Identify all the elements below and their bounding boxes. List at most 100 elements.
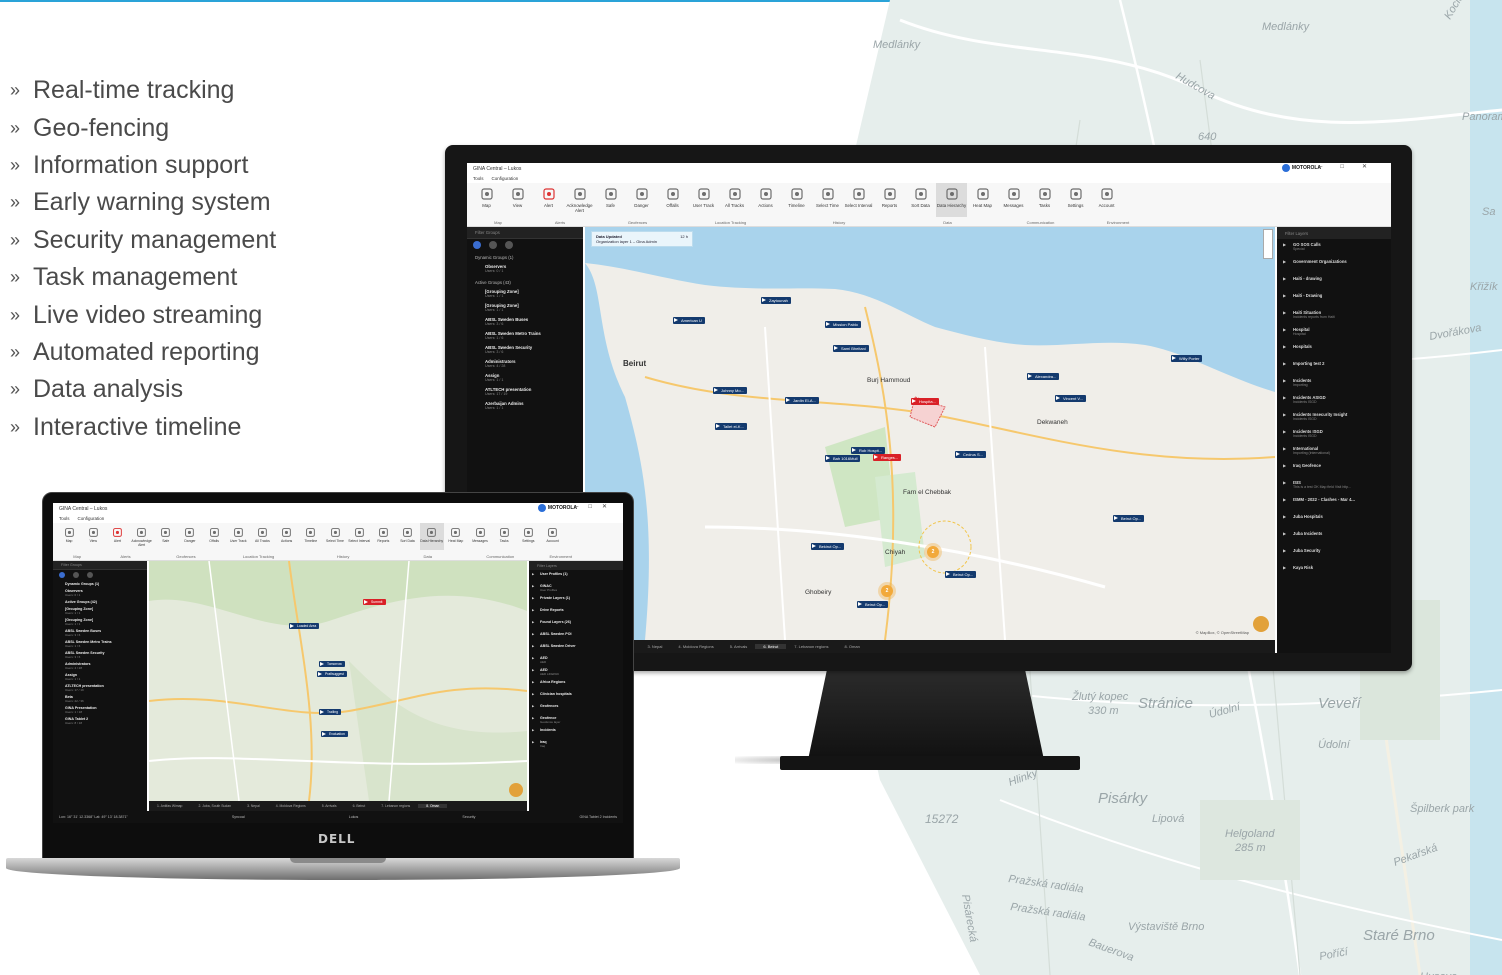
- layer-row[interactable]: ▶ ABSL Sweden Driver: [529, 642, 623, 654]
- layer-row[interactable]: ▶ Incidents ASIGD Incidents ISGD: [1277, 392, 1391, 409]
- expand-arrow-icon[interactable]: ▶: [1283, 446, 1293, 451]
- zoom-controls[interactable]: [1263, 229, 1273, 259]
- expand-arrow-icon[interactable]: ▶: [532, 620, 540, 624]
- map-pin[interactable]: American U: [673, 317, 705, 324]
- group-row[interactable]: [Grouping Zone] Users: 1 / 1: [467, 301, 583, 315]
- ribbon-sort-data-button[interactable]: Sort Data: [905, 183, 936, 217]
- layer-row[interactable]: ▶ Clinician hospitals: [529, 690, 623, 702]
- ribbon-tasks-button[interactable]: Tasks: [1029, 183, 1060, 217]
- expand-arrow-icon[interactable]: ▶: [1283, 514, 1293, 519]
- map-tab[interactable]: 3. Nepal: [239, 804, 268, 808]
- layer-row[interactable]: ▶ Kaya Risk: [1277, 562, 1391, 579]
- group-row[interactable]: Active Groups (42): [53, 598, 147, 605]
- map-pin[interactable]: Tallet el-K...: [715, 423, 747, 430]
- map-pin[interactable]: Cedrus S...: [955, 451, 987, 458]
- layers-filter-input[interactable]: Filter Layers: [1277, 227, 1391, 239]
- ribbon-settings-button[interactable]: Settings: [516, 523, 540, 550]
- laptop-edit-fab[interactable]: [509, 783, 523, 797]
- ribbon-reports-button[interactable]: Reports: [371, 523, 395, 550]
- expand-arrow-icon[interactable]: ▶: [1283, 378, 1293, 383]
- group-row[interactable]: ABSL Sweden Buses Users: 3 / 6: [467, 315, 583, 329]
- laptop-layers-filter[interactable]: Filter Layers: [529, 561, 623, 570]
- expand-arrow-icon[interactable]: ▶: [1283, 497, 1293, 502]
- map-tab[interactable]: 7. Lebanon regions: [786, 644, 836, 649]
- ribbon-select-interval-button[interactable]: Select Interval: [347, 523, 371, 550]
- expand-arrow-icon[interactable]: ▶: [1283, 531, 1293, 536]
- map-cluster[interactable]: 2: [927, 546, 939, 558]
- map-pin[interactable]: Bekirut Op...: [811, 543, 845, 550]
- map-cluster[interactable]: 2: [881, 585, 893, 597]
- menu-item[interactable]: Configuration: [78, 516, 105, 521]
- ribbon-all-tracks-button[interactable]: All Tracks: [250, 523, 274, 550]
- ribbon-map-button[interactable]: Map: [471, 183, 502, 217]
- layer-row[interactable]: ▶ ABSL Sweden POI: [529, 630, 623, 642]
- group-row[interactable]: [Grouping Zone] Users: 1 / 1: [53, 605, 147, 616]
- group-row[interactable]: ABSL Sweden Metro Trains Users: 1 / 6: [467, 329, 583, 343]
- status-item[interactable]: Security: [462, 815, 475, 819]
- ribbon-data-hierarchy-button[interactable]: Data Hierarchy: [419, 523, 444, 550]
- menu-item[interactable]: Configuration: [492, 176, 519, 181]
- expand-arrow-icon[interactable]: ▶: [1283, 259, 1293, 264]
- expand-arrow-icon[interactable]: ▶: [1283, 276, 1293, 281]
- ribbon-map-button[interactable]: Map: [57, 523, 81, 550]
- expand-arrow-icon[interactable]: ▶: [1283, 429, 1293, 434]
- ribbon-acknowledge-alert-button[interactable]: Acknowledge Alert: [130, 523, 154, 550]
- expand-arrow-icon[interactable]: ▶: [1283, 480, 1293, 485]
- map-pin[interactable]: Beirut Op...: [857, 601, 889, 608]
- ribbon-eye-button[interactable]: View: [81, 523, 105, 550]
- map-pin[interactable]: Rob Hospit...: [851, 447, 886, 454]
- ribbon-select-time-button[interactable]: Select Time: [323, 523, 347, 550]
- expand-arrow-icon[interactable]: ▶: [1283, 293, 1293, 298]
- layer-row[interactable]: ▶ Found Layers (26): [529, 618, 623, 630]
- layer-row[interactable]: ▶ User Profiles (1): [529, 570, 623, 582]
- group-section-header[interactable]: Active Groups (43): [467, 276, 583, 287]
- map-pin[interactable]: Zaytounah: [761, 297, 791, 304]
- laptop-window-controls[interactable]: –□✕: [575, 503, 617, 510]
- monitor-map[interactable]: Data Updated 12 h Organization layer 1 –…: [585, 227, 1275, 640]
- map-pin[interactable]: Loaded Area: [289, 623, 320, 629]
- map-tab[interactable]: 4. Moldova Regions: [670, 644, 721, 649]
- ribbon-user-track-button[interactable]: User Track: [688, 183, 719, 217]
- group-row[interactable]: Observers Users: 0 / 1: [467, 262, 583, 276]
- map-tab[interactable]: 6. Beirut: [755, 644, 787, 649]
- map-tab[interactable]: 6. Beirut: [345, 804, 374, 808]
- layer-row[interactable]: ▶ Iraq Iraq: [529, 738, 623, 750]
- data-updated-popup[interactable]: Data Updated 12 h Organization layer 1 –…: [591, 231, 693, 247]
- expand-arrow-icon[interactable]: ▶: [1283, 565, 1293, 570]
- group-row[interactable]: Administrators Users: 4 / 28: [467, 357, 583, 371]
- layer-row[interactable]: ▶ Government Organizations: [1277, 256, 1391, 273]
- expand-arrow-icon[interactable]: ▶: [532, 572, 540, 576]
- map-pin[interactable]: Tomorrow: [319, 661, 345, 667]
- laptop-map[interactable]: Loaded Area Summit Tomorrow Prafisuggest Tra…: [149, 561, 527, 801]
- group-row[interactable]: GINA Tablet 2 Users: 8 / 18: [53, 715, 147, 726]
- group-row[interactable]: Dynamic Groups (1): [53, 580, 147, 587]
- ribbon-safe-button[interactable]: Safe: [154, 523, 178, 550]
- layer-row[interactable]: ▶ Geofence Geofence layer: [529, 714, 623, 726]
- layer-row[interactable]: ▶ Iraq Geofence: [1277, 460, 1391, 477]
- group-row[interactable]: Azerbaijan Admins Users: 1 / 1: [467, 399, 583, 413]
- map-pin[interactable]: Evaluation: [321, 731, 348, 737]
- layer-row[interactable]: ▶ GO SOS Calls Special: [1277, 239, 1391, 256]
- layer-row[interactable]: ▶ Incidents: [529, 726, 623, 738]
- map-pin[interactable]: Summit: [363, 599, 386, 605]
- map-pin[interactable]: Vincent V...: [1055, 395, 1087, 402]
- window-controls[interactable]: –□✕: [1319, 163, 1385, 170]
- layer-row[interactable]: ▶ Incidents Importing: [1277, 375, 1391, 392]
- expand-arrow-icon[interactable]: ▶: [532, 584, 540, 588]
- expand-arrow-icon[interactable]: ▶: [532, 608, 540, 612]
- map-tab[interactable]: 3. Nepal: [639, 644, 670, 649]
- layer-row[interactable]: ▶ International Importing (international): [1277, 443, 1391, 460]
- ribbon-sort-data-button[interactable]: Sort Data: [395, 523, 419, 550]
- layer-row[interactable]: ▶ Hospital Hospital: [1277, 324, 1391, 341]
- map-tab[interactable]: 7. Lebanon regions: [373, 804, 418, 808]
- ribbon-danger-button[interactable]: Danger: [178, 523, 202, 550]
- layer-row[interactable]: ▶ AED AED: [529, 654, 623, 666]
- ribbon-offalls-button[interactable]: Offalls: [202, 523, 226, 550]
- layer-row[interactable]: ▶ Importing test 2: [1277, 358, 1391, 375]
- ribbon-data-hierarchy-button[interactable]: Data Hierarchy: [936, 183, 967, 217]
- expand-arrow-icon[interactable]: ▶: [532, 728, 540, 732]
- layer-row[interactable]: ▶ Haiti - drawing: [1277, 273, 1391, 290]
- map-pin[interactable]: Alexandra...: [1027, 373, 1060, 380]
- menu-item[interactable]: Tools: [59, 516, 70, 521]
- layer-row[interactable]: ▶ GINAC User Profiles: [529, 582, 623, 594]
